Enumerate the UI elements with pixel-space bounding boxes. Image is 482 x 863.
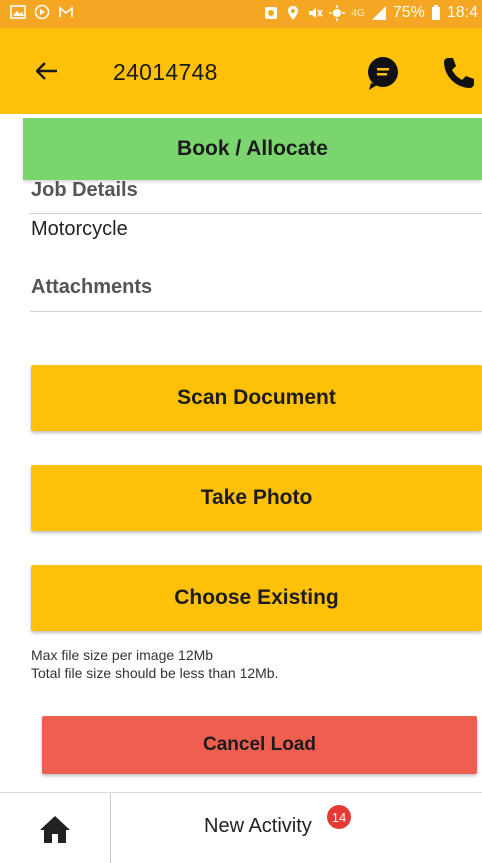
status-right-icons: 4G 75% 18:4	[263, 4, 478, 22]
max-file-size-text: Max file size per image 12Mb	[31, 647, 214, 663]
mail-icon	[59, 6, 73, 17]
vehicle-type: Motorcycle	[31, 218, 128, 240]
phone-icon	[444, 58, 474, 88]
notification-badge: 14	[327, 805, 351, 829]
attachments-header: Attachments	[31, 276, 153, 298]
back-button[interactable]	[30, 54, 64, 88]
divider	[30, 213, 482, 214]
total-file-size-text: Total file size should be less than 12Mb…	[31, 665, 279, 681]
alarm-icon	[265, 7, 278, 19]
sync-icon	[34, 4, 50, 20]
bottom-nav: New Activity 14	[0, 792, 482, 863]
choose-existing-button[interactable]: Choose Existing	[31, 565, 482, 631]
new-activity-label: New Activity	[204, 815, 312, 837]
network-type: 4G	[351, 7, 365, 19]
divider	[30, 311, 482, 312]
mute-icon	[309, 8, 324, 18]
file-size-note: Max file size per image 12Mb Total file …	[31, 646, 278, 682]
home-icon	[40, 815, 70, 843]
scan-document-button[interactable]: Scan Document	[31, 365, 482, 431]
cancel-load-button[interactable]: Cancel Load	[42, 716, 477, 774]
arrow-left-icon	[36, 62, 57, 80]
battery-icon	[431, 5, 440, 20]
sun-icon	[329, 5, 346, 21]
take-photo-button[interactable]: Take Photo	[31, 465, 482, 531]
home-button[interactable]	[0, 793, 111, 863]
job-details-header: Job Details	[31, 179, 138, 201]
clock: 18:4	[446, 4, 478, 21]
status-bar: 4G 75% 18:4	[0, 0, 482, 28]
gallery-icon	[10, 5, 26, 19]
chat-bubble-icon	[368, 57, 398, 90]
page-title: 24014748	[113, 59, 218, 85]
chat-button[interactable]	[363, 53, 403, 93]
call-button[interactable]	[440, 52, 480, 92]
location-icon	[288, 6, 299, 20]
battery-percent: 75%	[392, 4, 425, 21]
book-allocate-button[interactable]: Book / Allocate	[23, 118, 482, 180]
app-bar: 24014748	[0, 28, 482, 114]
status-left-icons	[10, 4, 74, 20]
new-activity-button[interactable]: New Activity 14	[111, 793, 482, 863]
job-content: Job Details Book / Allocate Motorcycle A…	[0, 114, 482, 792]
signal-icon	[371, 6, 386, 20]
